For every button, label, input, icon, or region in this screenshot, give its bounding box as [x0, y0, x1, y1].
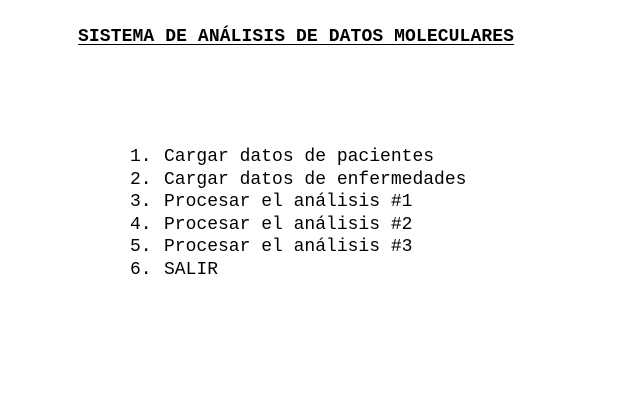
menu-item-label: Procesar el análisis #3 — [164, 237, 413, 258]
menu-item-analisis-1[interactable]: 3. Procesar el análisis #1 — [130, 191, 466, 214]
menu-item-cargar-enfermedades[interactable]: 2. Cargar datos de enfermedades — [130, 169, 466, 192]
menu-item-label: Procesar el análisis #2 — [164, 214, 413, 235]
menu-item-number: 4. — [130, 214, 152, 235]
menu-item-number: 3. — [130, 192, 152, 213]
menu-item-label: Procesar el análisis #1 — [164, 192, 413, 213]
page-title: SISTEMA DE ANÁLISIS DE DATOS MOLECULARES — [78, 27, 515, 47]
menu-item-number: 5. — [130, 237, 152, 258]
menu-item-label: SALIR — [164, 259, 219, 280]
menu-item-number: 1. — [130, 147, 152, 167]
menu-item-cargar-pacientes[interactable]: 1. Cargar datos de pacientes — [130, 146, 466, 169]
main-menu: 1. Cargar datos de pacientes 2. Cargar d… — [130, 146, 466, 282]
menu-item-number: 2. — [130, 169, 152, 190]
menu-item-salir[interactable]: 6. SALIR — [130, 259, 466, 282]
menu-item-analisis-2[interactable]: 4. Procesar el análisis #2 — [130, 214, 466, 237]
menu-item-label: Cargar datos de pacientes — [164, 147, 435, 167]
menu-item-number: 6. — [130, 259, 152, 280]
menu-item-label: Cargar datos de enfermedades — [164, 169, 467, 190]
menu-item-analisis-3[interactable]: 5. Procesar el análisis #3 — [130, 236, 466, 259]
